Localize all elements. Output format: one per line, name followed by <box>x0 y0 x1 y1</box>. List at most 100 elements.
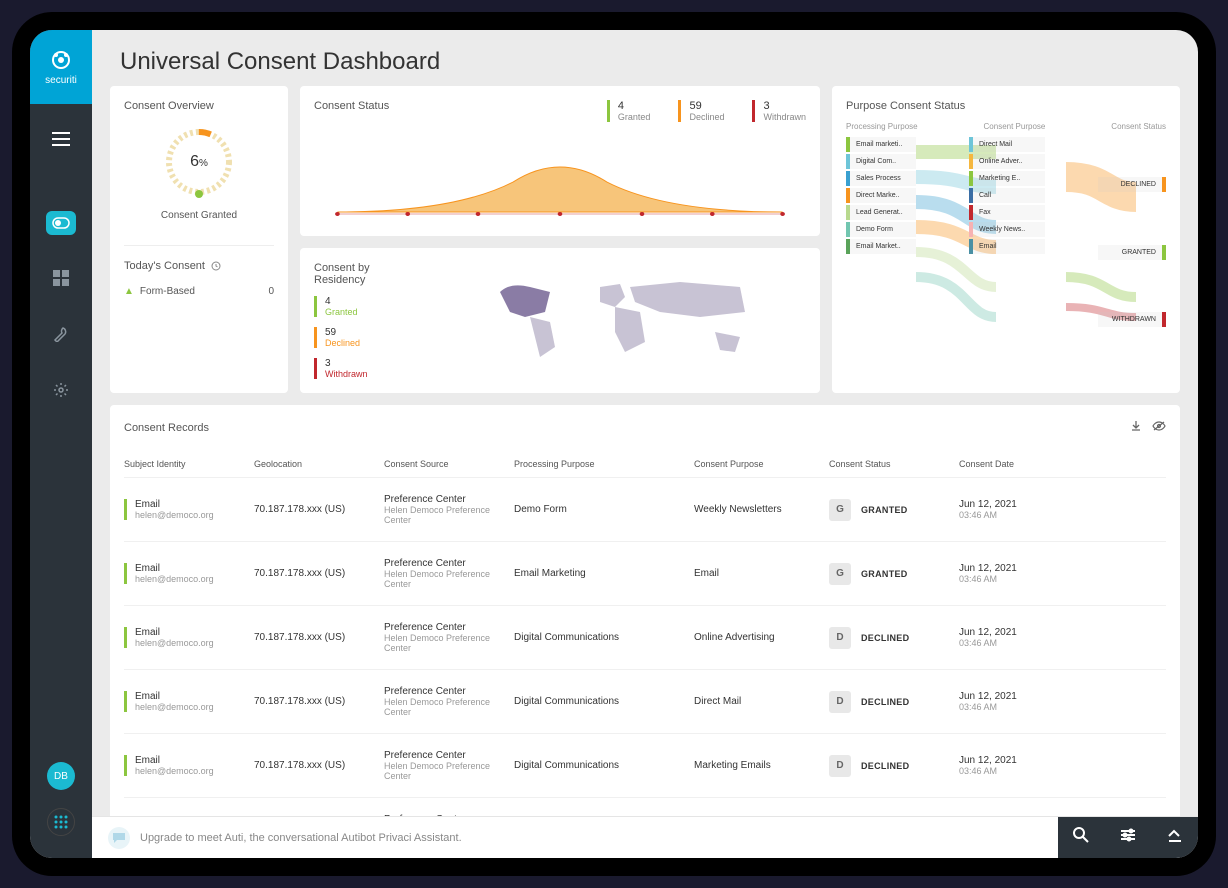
table-row[interactable]: Emailhelen@democo.org70.187.178.xxx (US)… <box>124 605 1166 669</box>
sankey-node: Email <box>969 239 1045 254</box>
consent-source: Preference CenterHelen Democo Preference… <box>384 686 514 717</box>
table-header[interactable]: Consent Date <box>959 459 1166 469</box>
filter-icon[interactable] <box>1119 826 1137 849</box>
geolocation: 70.187.178.xxx (US) <box>254 504 384 515</box>
sankey-node: Email marketi.. <box>846 137 916 152</box>
records-card: Consent Records Subject IdentityGeolocat… <box>110 405 1180 858</box>
expand-icon[interactable] <box>1166 826 1184 849</box>
sankey-node: DECLINED <box>1098 177 1166 192</box>
sankey-node: Direct Marke.. <box>846 188 916 203</box>
brand-logo[interactable]: securiti <box>30 30 92 104</box>
bottom-bar: Upgrade to meet Auti, the conversational… <box>92 816 1198 858</box>
table-header[interactable]: Geolocation <box>254 459 384 469</box>
consent-date: Jun 12, 202103:46 AM <box>959 499 1166 520</box>
form-based-stat: ▲Form-Based 0 <box>124 286 274 297</box>
consent-date: Jun 12, 202103:46 AM <box>959 691 1166 712</box>
consent-source: Preference CenterHelen Democo Preference… <box>384 750 514 781</box>
sankey-node: Lead Generat.. <box>846 205 916 220</box>
gauge-label: Consent Granted <box>161 210 237 221</box>
consent-source: Preference CenterHelen Democo Preference… <box>384 622 514 653</box>
nav-tool-icon[interactable] <box>48 321 74 347</box>
table-header[interactable]: Consent Status <box>829 459 959 469</box>
table-row[interactable]: Emailhelen@democo.org70.187.178.xxx (US)… <box>124 733 1166 797</box>
status-title: Consent Status <box>314 100 389 112</box>
sidebar: securiti DB <box>30 30 92 858</box>
sankey-node: Demo Form <box>846 222 916 237</box>
chat-icon[interactable] <box>108 827 130 849</box>
consent-status: DDECLINED <box>829 627 959 649</box>
table-row[interactable]: Emailhelen@democo.org70.187.178.xxx (US)… <box>124 669 1166 733</box>
subject-identity: Emailhelen@democo.org <box>124 499 254 520</box>
table-header[interactable]: Subject Identity <box>124 459 254 469</box>
purpose-header-3: Consent Status <box>1111 122 1166 131</box>
sankey-node: Sales Process <box>846 171 916 186</box>
sankey-node: Weekly News.. <box>969 222 1045 237</box>
consent-status-chart <box>314 142 806 222</box>
geolocation: 70.187.178.xxx (US) <box>254 696 384 707</box>
consent-purpose: Marketing Emails <box>694 760 829 771</box>
sankey-node: Email Market.. <box>846 239 916 254</box>
table-header[interactable]: Consent Purpose <box>694 459 829 469</box>
consent-gauge: 6% <box>159 122 239 202</box>
hamburger-icon[interactable] <box>52 132 70 151</box>
processing-purpose: Email Marketing <box>514 568 694 579</box>
search-icon[interactable] <box>1072 826 1090 849</box>
title-bar: Universal Consent Dashboard <box>92 30 1198 86</box>
status-stat-withdrawn: 3Withdrawn <box>752 100 806 122</box>
consent-source: Preference CenterHelen Democo Preference… <box>384 494 514 525</box>
table-header[interactable]: Processing Purpose <box>514 459 694 469</box>
consent-status-card: Consent Status 4Granted 59Declined 3Withdr… <box>300 86 820 236</box>
purpose-header-1: Processing Purpose <box>846 122 918 131</box>
subject-identity: Emailhelen@democo.org <box>124 691 254 712</box>
processing-purpose: Demo Form <box>514 504 694 515</box>
overview-title: Consent Overview <box>124 100 274 112</box>
sankey-node: Fax <box>969 205 1045 220</box>
consent-date: Jun 12, 202103:46 AM <box>959 755 1166 776</box>
subject-identity: Emailhelen@democo.org <box>124 627 254 648</box>
processing-purpose: Digital Communications <box>514 760 694 771</box>
records-title: Consent Records <box>124 422 209 434</box>
table-row[interactable]: Emailhelen@democo.org70.187.178.xxx (US)… <box>124 477 1166 541</box>
subject-identity: Emailhelen@democo.org <box>124 563 254 584</box>
processing-purpose: Digital Communications <box>514 696 694 707</box>
consent-status: GGRANTED <box>829 499 959 521</box>
apps-icon[interactable] <box>47 808 75 836</box>
user-avatar[interactable]: DB <box>47 762 75 790</box>
consent-purpose: Weekly Newsletters <box>694 504 829 515</box>
sankey-node: GRANTED <box>1098 245 1166 260</box>
consent-status: GGRANTED <box>829 563 959 585</box>
nav-dashboard-icon[interactable] <box>48 265 74 291</box>
residency-title: Consent by Residency <box>314 262 424 286</box>
geolocation: 70.187.178.xxx (US) <box>254 632 384 643</box>
sankey-node: Online Adver.. <box>969 154 1045 169</box>
purpose-title: Purpose Consent Status <box>846 100 1166 112</box>
sankey-node: Digital Com.. <box>846 154 916 169</box>
assistant-prompt[interactable]: Upgrade to meet Auti, the conversational… <box>140 832 1058 844</box>
consent-purpose: Email <box>694 568 829 579</box>
overview-card: Consent Overview 6% Consent Granted <box>110 86 288 393</box>
residency-stat-granted: 4Granted <box>314 296 424 317</box>
consent-status: DDECLINED <box>829 691 959 713</box>
subject-identity: Emailhelen@democo.org <box>124 755 254 776</box>
download-icon[interactable] <box>1130 419 1142 437</box>
sankey-node: Direct Mail <box>969 137 1045 152</box>
residency-card: Consent by Residency 4Granted59Declined3… <box>300 248 820 393</box>
table-row[interactable]: Emailhelen@democo.org70.187.178.xxx (US)… <box>124 541 1166 605</box>
sankey-node: Call <box>969 188 1045 203</box>
sankey-node: Marketing E.. <box>969 171 1045 186</box>
sankey-node: WITHDRAWN <box>1098 312 1166 327</box>
status-stat-granted: 4Granted <box>607 100 651 122</box>
nav-settings-icon[interactable] <box>48 377 74 403</box>
nav-consent-icon[interactable] <box>46 211 76 235</box>
purpose-header-2: Consent Purpose <box>984 122 1046 131</box>
residency-stat-withdrawn: 3Withdrawn <box>314 358 424 379</box>
table-header[interactable]: Consent Source <box>384 459 514 469</box>
consent-date: Jun 12, 202103:46 AM <box>959 627 1166 648</box>
page-title: Universal Consent Dashboard <box>120 48 1170 76</box>
status-stat-declined: 59Declined <box>678 100 724 122</box>
consent-status: DDECLINED <box>829 755 959 777</box>
geolocation: 70.187.178.xxx (US) <box>254 760 384 771</box>
visibility-icon[interactable] <box>1152 419 1166 437</box>
consent-purpose: Online Advertising <box>694 632 829 643</box>
consent-date: Jun 12, 202103:46 AM <box>959 563 1166 584</box>
